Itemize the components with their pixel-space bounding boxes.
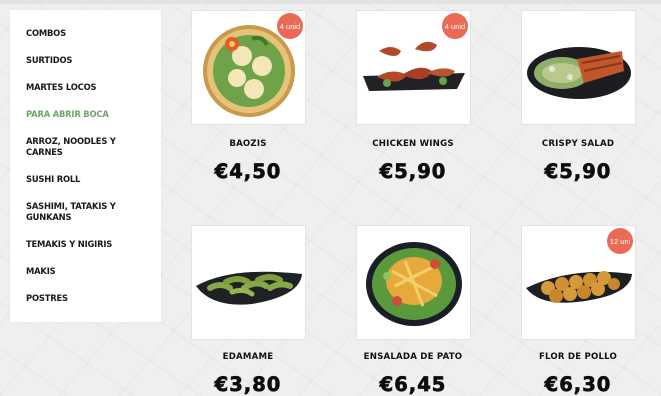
product-price: €3,80 [214,373,282,396]
sidebar-item-arroz-noodles-carnes[interactable]: ARROZ, NOODLES Y CARNES [26,136,136,158]
sidebar-item-para-abrir-boca[interactable]: PARA ABRIR BOCA [26,109,136,120]
product-name: FLOR DE POLLO [538,352,618,362]
sidebar-item-sashimi-tatakis-gunkans[interactable]: SASHIMI, TATAKIS Y GUNKANS [26,201,136,223]
sidebar-item-sushi-roll[interactable]: SUSHI ROLL [26,174,136,185]
product-name: EDAMAME [222,352,274,362]
sidebar-item-combos[interactable]: COMBOS [26,28,136,39]
quantity-badge: 4 unid [277,13,303,39]
sidebar-item-surtidos[interactable]: SURTIDOS [26,55,136,66]
quantity-badge: 4 unid [442,13,468,39]
product-price: €6,45 [379,373,447,396]
product-card-crispy-salad[interactable] [521,10,636,125]
sidebar-item-makis[interactable]: MAKIS [26,266,136,277]
quantity-badge: 12 uni [607,228,633,254]
product-price: €6,30 [544,373,612,396]
product-card-ensalada-de-pato[interactable] [356,225,471,340]
sidebar-item-martes-locos[interactable]: MARTES LOCOS [26,82,136,93]
product-price: €4,50 [214,160,282,184]
product-name: BAOZIS [229,139,267,149]
sidebar-item-postres[interactable]: POSTRES [26,293,136,304]
duck-salad-bowl-image [366,242,462,326]
product-price: €5,90 [379,160,447,184]
product-card-flor-de-pollo[interactable]: 12 uni [521,225,636,340]
category-sidebar: COMBOS SURTIDOS MARTES LOCOS PARA ABRIR … [10,10,161,322]
product-name: CRISPY SALAD [541,139,615,149]
product-price: €5,90 [544,160,612,184]
crispy-salad-plate-image [527,47,631,99]
product-card-chicken-wings[interactable]: 4 unid [356,10,471,125]
product-card-baozis[interactable]: 4 unid [191,10,306,125]
top-divider [0,0,661,4]
edamame-plate-image [196,271,302,305]
sidebar-item-temakis-nigiris[interactable]: TEMAKIS Y NIGIRIS [26,239,136,250]
product-name: ENSALADA DE PATO [363,352,463,362]
product-name: CHICKEN WINGS [372,139,454,149]
product-card-edamame[interactable] [191,225,306,340]
